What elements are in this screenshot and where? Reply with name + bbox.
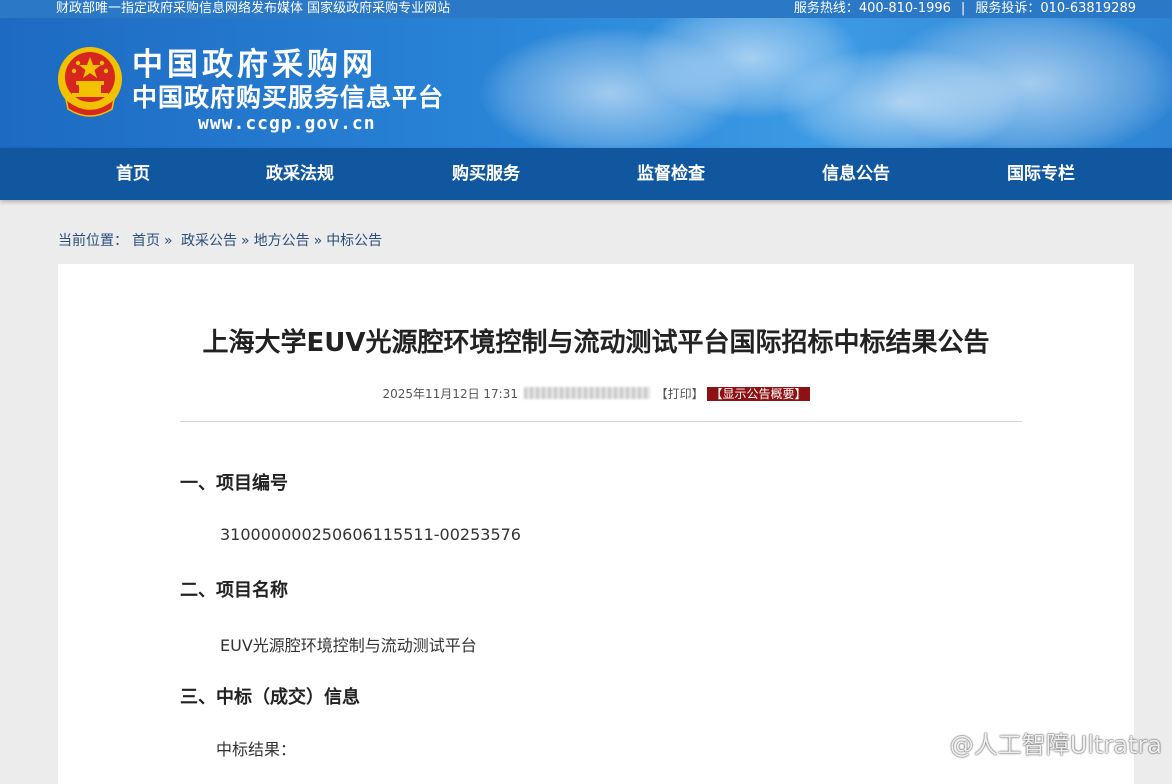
top-info-bar: 财政部唯一指定政府采购信息网络发布媒体 国家级政府采购专业网站 服务热线：400… [0,0,1172,18]
project-name-value: EUV光源腔环境控制与流动测试平台 [220,636,477,655]
site-slogan: 财政部唯一指定政府采购信息网络发布媒体 国家级政府采购专业网站 [56,1,451,16]
breadcrumb-prefix: 当前位置： [58,233,128,249]
section-heading-project-name: 二、项目名称 [180,580,288,601]
section-heading-award-info: 三、中标（成交）信息 [180,687,360,708]
contact-separator: | [960,1,966,16]
show-summary-button[interactable]: 【显示公告概要】 [707,387,810,401]
service-hotline: 服务热线：400-810-1996 [793,1,951,16]
site-banner: 中国政府采购网 中国政府购买服务信息平台 www.ccgp.gov.cn [0,18,1172,148]
breadcrumb-local[interactable]: 地方公告 [254,233,310,249]
breadcrumb-home[interactable]: 首页 [132,233,160,249]
breadcrumb-separator: » [241,233,250,249]
award-result-label: 中标结果： [216,740,297,759]
article-meta: 2025年11月12日 17:31 【打印】 【显示公告概要】 [58,385,1134,402]
main-nav: 首页 政采法规 购买服务 监督检查 信息公告 国际专栏 [0,148,1172,200]
weibo-icon [906,732,945,757]
breadcrumb: 当前位置： 首页» 政采公告» 地方公告» 中标公告 [58,230,386,250]
publish-datetime: 2025年11月12日 17:31 [382,387,518,401]
breadcrumb-award[interactable]: 中标公告 [326,233,382,249]
site-subtitle: 中国政府购买服务信息平台 [132,83,445,112]
contact-info: 服务热线：400-810-1996 | 服务投诉：010-63819289 [794,0,1136,18]
nav-purchase-services[interactable]: 购买服务 [406,148,566,200]
watermark-text: @人工智障Ultratra [949,731,1162,759]
blurred-source [523,387,650,399]
article-title: 上海大学EUV光源腔环境控制与流动测试平台国际招标中标结果公告 [202,328,990,358]
nav-home[interactable]: 首页 [53,148,213,200]
banner-cloud [880,18,1172,148]
title-divider [180,421,1022,422]
national-emblem-icon[interactable] [56,45,124,117]
breadcrumb-separator: » [164,233,173,249]
breadcrumb-separator: » [313,233,323,249]
nav-regulations[interactable]: 政采法规 [220,148,380,200]
print-link[interactable]: 【打印】 [656,387,704,401]
weibo-watermark: @人工智障Ultratra [906,725,1162,760]
section-heading-project-number: 一、项目编号 [180,473,288,494]
site-title[interactable]: 中国政府采购网 [132,48,377,82]
breadcrumb-procurement[interactable]: 政采公告 [181,233,237,249]
nav-announcements[interactable]: 信息公告 [776,148,936,200]
nav-supervision[interactable]: 监督检查 [591,148,751,200]
nav-international[interactable]: 国际专栏 [961,148,1121,200]
article-panel: 上海大学EUV光源腔环境控制与流动测试平台国际招标中标结果公告 2025年11月… [58,264,1134,784]
project-number-value: 310000000250606115511-00253576 [220,525,521,544]
site-url: www.ccgp.gov.cn [198,113,376,134]
complaint-hotline: 服务投诉：010-63819289 [975,1,1136,16]
